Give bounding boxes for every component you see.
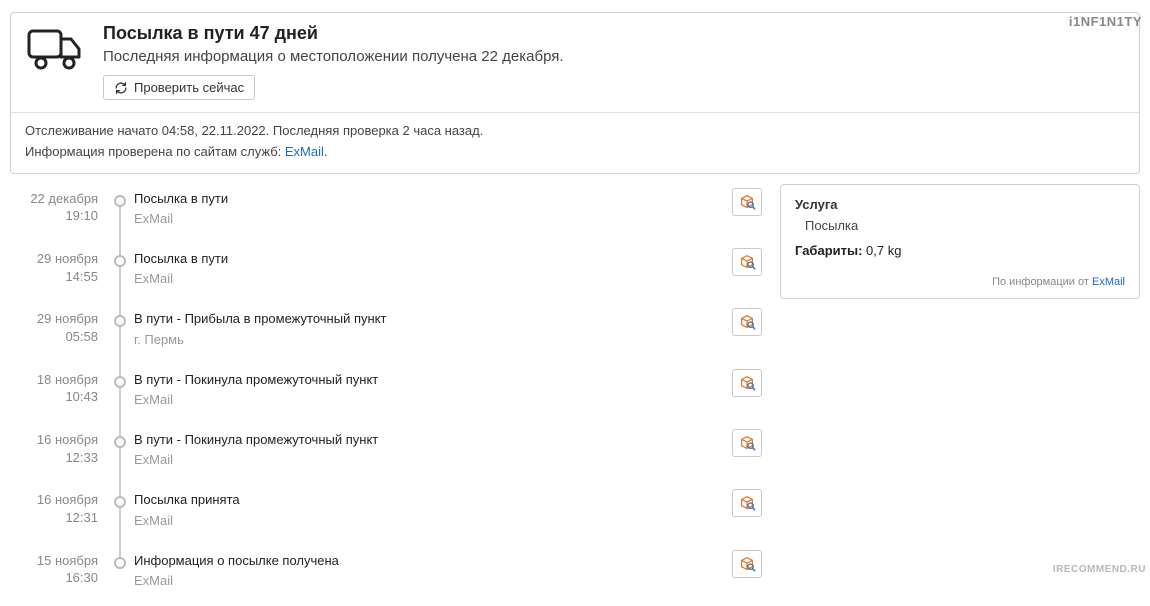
- timeline-date: 29 ноября 14:55: [10, 244, 106, 304]
- timeline-item: 16 ноября 12:33 В пути - Покинула промеж…: [10, 425, 770, 485]
- timeline-item: 16 ноября 12:31 Посылка принята ExMail: [10, 485, 770, 545]
- timeline-date: 18 ноября 10:43: [10, 365, 106, 425]
- timeline-bar: [106, 546, 134, 606]
- truck-icon: [25, 25, 85, 76]
- refresh-icon: [114, 81, 128, 95]
- timeline-status: Посылка в пути: [134, 250, 724, 268]
- timeline-carrier: ExMail: [134, 270, 724, 288]
- timeline-status: Информация о посылке получена: [134, 552, 724, 570]
- timeline-carrier: ExMail: [134, 572, 724, 590]
- timeline-carrier: ExMail: [134, 451, 724, 469]
- view-details-button[interactable]: [732, 188, 762, 216]
- timeline-item: 29 ноября 05:58 В пути - Прибыла в проме…: [10, 304, 770, 364]
- view-details-button[interactable]: [732, 248, 762, 276]
- timeline-status: Посылка в пути: [134, 190, 724, 208]
- timeline-status: Посылка принята: [134, 491, 724, 509]
- service-card: Услуга Посылка Габариты: 0,7 kg По инфор…: [780, 184, 1140, 299]
- status-info: Отслеживание начато 04:58, 22.11.2022. П…: [11, 112, 1139, 173]
- package-search-icon: [738, 313, 756, 331]
- timeline-carrier: ExMail: [134, 391, 724, 409]
- view-details-button[interactable]: [732, 550, 762, 578]
- timeline-dot-icon: [114, 436, 126, 448]
- timeline-dot-icon: [114, 195, 126, 207]
- package-search-icon: [738, 555, 756, 573]
- timeline-bar: [106, 425, 134, 485]
- timeline-bar: [106, 244, 134, 304]
- view-details-button[interactable]: [732, 489, 762, 517]
- verified-line: Информация проверена по сайтам служб: Ex…: [25, 142, 1125, 163]
- service-title: Услуга: [795, 197, 1125, 212]
- timeline-bar: [106, 184, 134, 244]
- watermark-bottom: IRECOMMEND.RU: [1053, 564, 1146, 575]
- tracking-started-line: Отслеживание начато 04:58, 22.11.2022. П…: [25, 121, 1125, 142]
- service-source: По информации от ExMail: [795, 276, 1125, 288]
- timeline-date: 15 ноября 16:30: [10, 546, 106, 606]
- timeline-status: В пути - Прибыла в промежуточный пункт: [134, 310, 724, 328]
- timeline-dot-icon: [114, 496, 126, 508]
- timeline-bar: [106, 304, 134, 364]
- view-details-button[interactable]: [732, 429, 762, 457]
- refresh-button[interactable]: Проверить сейчас: [103, 75, 255, 100]
- status-subtitle: Последняя информация о местоположении по…: [103, 48, 564, 65]
- timeline-bar: [106, 485, 134, 545]
- package-search-icon: [738, 374, 756, 392]
- view-details-button[interactable]: [732, 308, 762, 336]
- timeline-date: 16 ноября 12:33: [10, 425, 106, 485]
- timeline-item: 29 ноября 14:55 Посылка в пути ExMail: [10, 244, 770, 304]
- timeline-item: 18 ноября 10:43 В пути - Покинула промеж…: [10, 365, 770, 425]
- timeline-date: 22 декабря 19:10: [10, 184, 106, 244]
- dimensions-row: Габариты: 0,7 kg: [795, 243, 1125, 258]
- timeline-dot-icon: [114, 255, 126, 267]
- service-type: Посылка: [805, 218, 1125, 233]
- carrier-link[interactable]: ExMail: [285, 144, 324, 159]
- watermark-top: i1NF1N1TY: [1069, 14, 1142, 29]
- package-search-icon: [738, 253, 756, 271]
- timeline-carrier: г. Пермь: [134, 331, 724, 349]
- refresh-button-label: Проверить сейчас: [134, 80, 244, 95]
- timeline-date: 16 ноября 12:31: [10, 485, 106, 545]
- package-search-icon: [738, 193, 756, 211]
- status-title: Посылка в пути 47 дней: [103, 23, 564, 44]
- timeline-item: 15 ноября 16:30 Информация о посылке пол…: [10, 546, 770, 606]
- package-search-icon: [738, 434, 756, 452]
- timeline-dot-icon: [114, 315, 126, 327]
- timeline: 22 декабря 19:10 Посылка в пути ExMail 2…: [10, 184, 770, 606]
- timeline-carrier: ExMail: [134, 512, 724, 530]
- timeline-date: 29 ноября 05:58: [10, 304, 106, 364]
- package-search-icon: [738, 494, 756, 512]
- timeline-status: В пути - Покинула промежуточный пункт: [134, 371, 724, 389]
- status-card: Посылка в пути 47 дней Последняя информа…: [10, 12, 1140, 174]
- timeline-carrier: ExMail: [134, 210, 724, 228]
- timeline-dot-icon: [114, 376, 126, 388]
- timeline-bar: [106, 365, 134, 425]
- timeline-dot-icon: [114, 557, 126, 569]
- service-source-link[interactable]: ExMail: [1092, 276, 1125, 288]
- timeline-status: В пути - Покинула промежуточный пункт: [134, 431, 724, 449]
- timeline-item: 22 декабря 19:10 Посылка в пути ExMail: [10, 184, 770, 244]
- view-details-button[interactable]: [732, 369, 762, 397]
